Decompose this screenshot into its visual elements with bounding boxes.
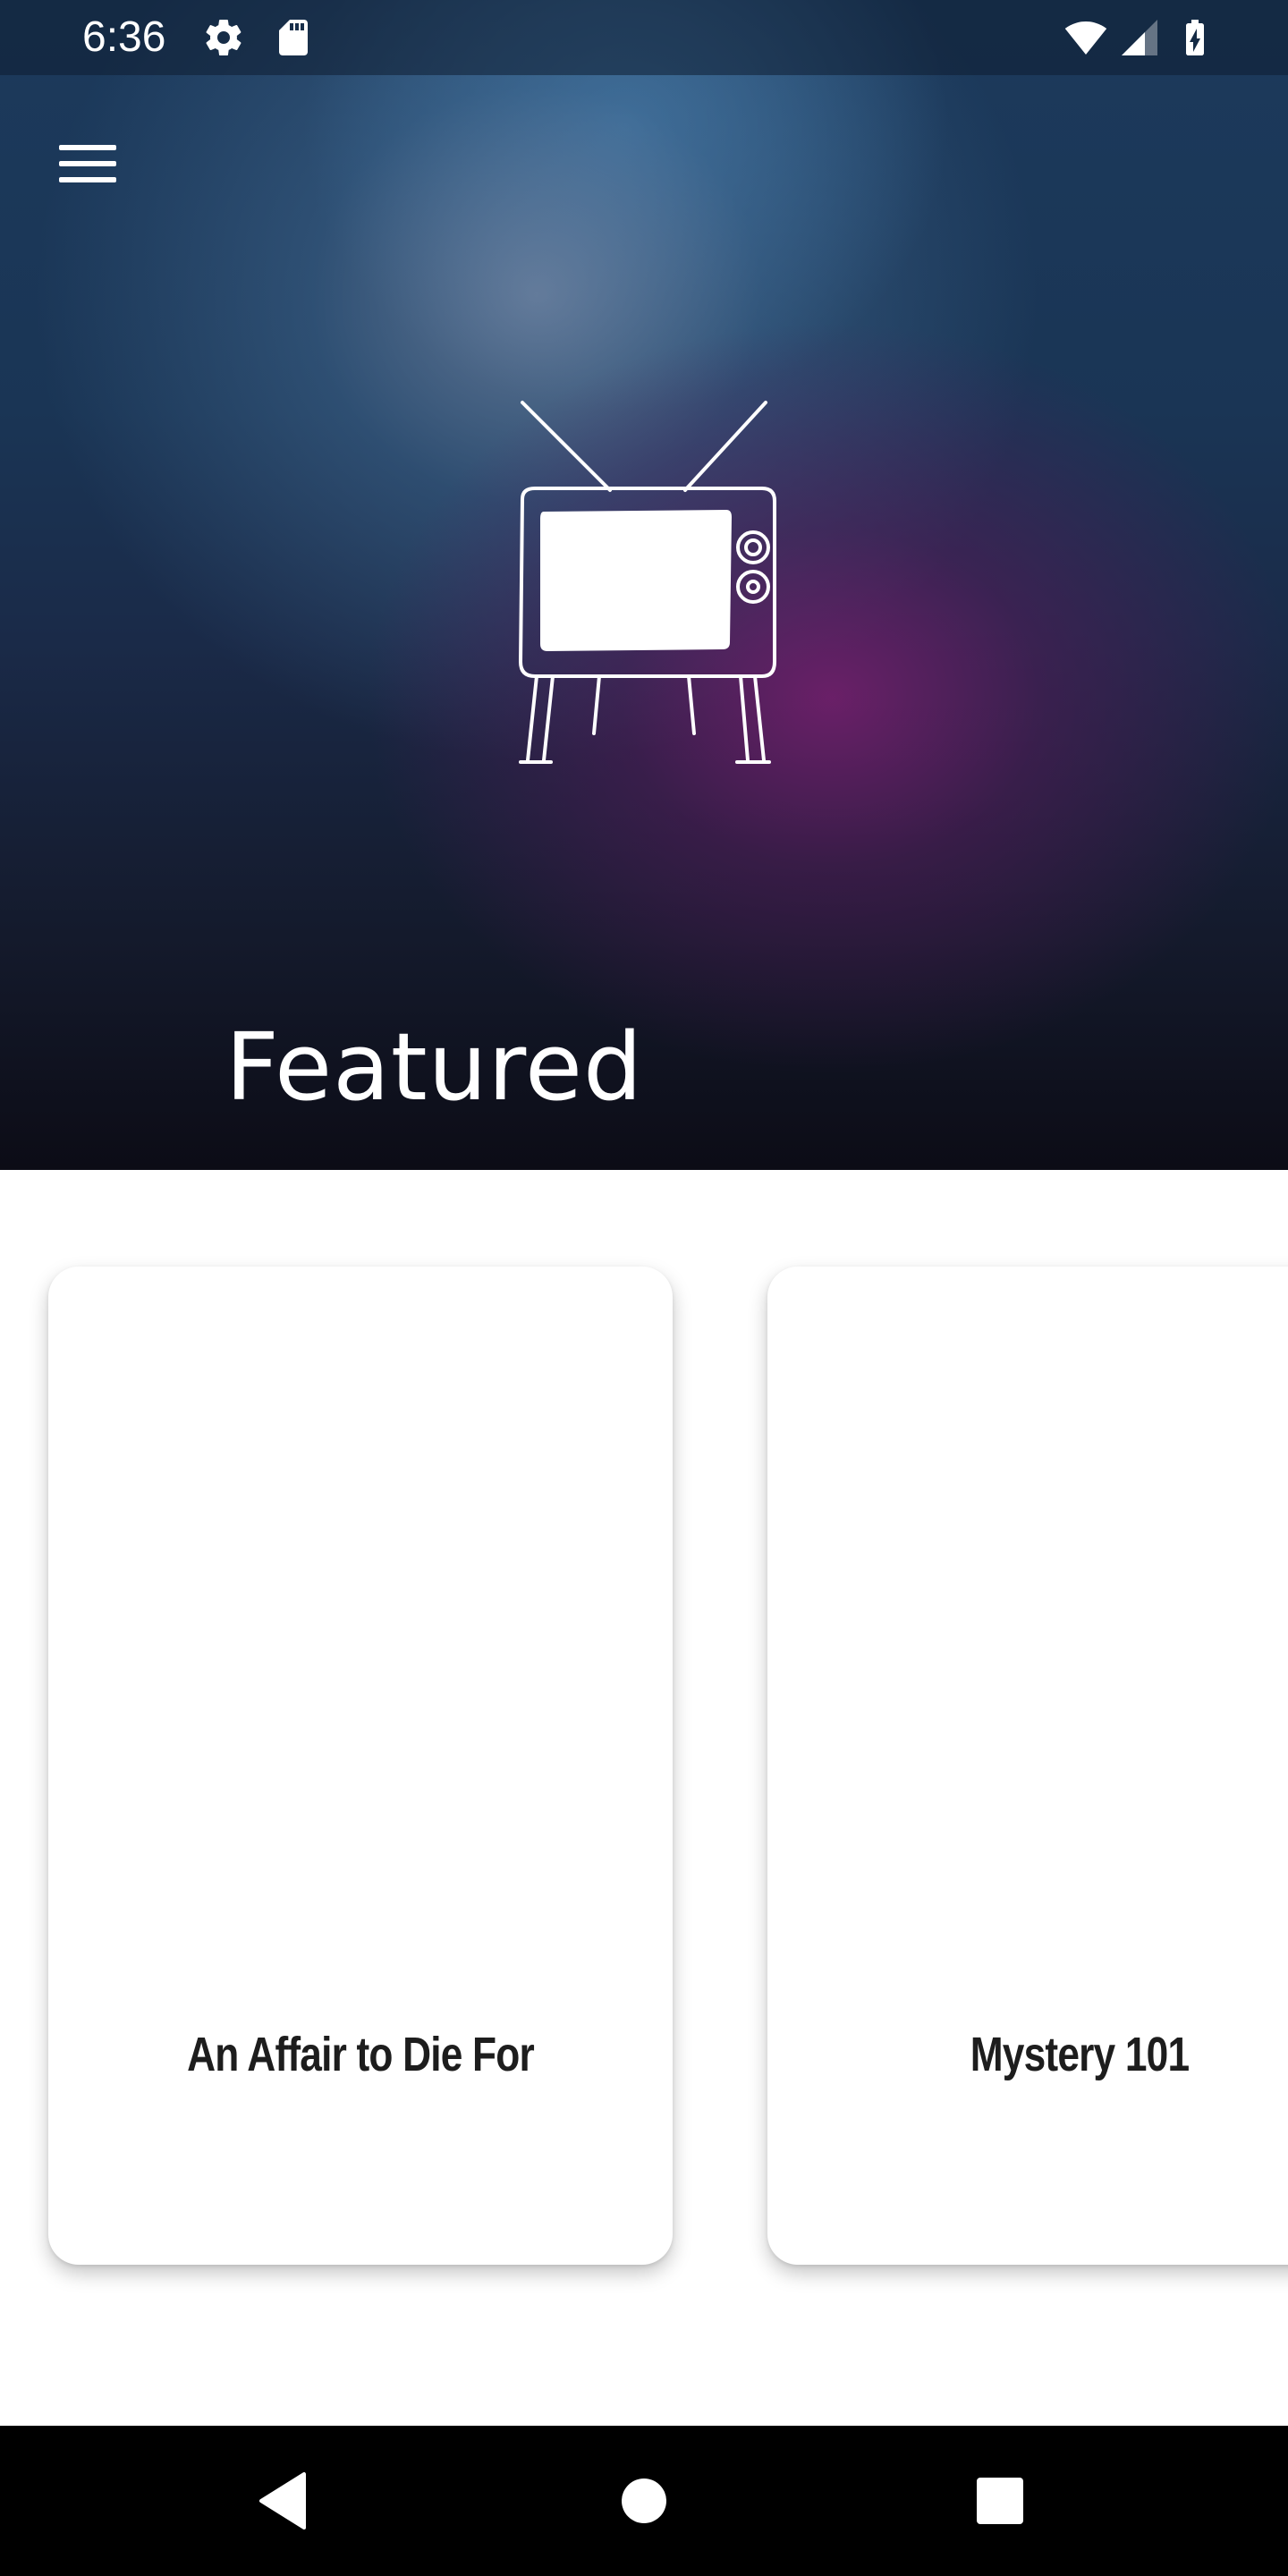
- app-screen: 6:36 Featured An Affair to Die For Myste…: [0, 0, 1288, 2576]
- home-icon[interactable]: [599, 2456, 689, 2546]
- retro-tv-icon: [519, 401, 776, 764]
- wifi-icon: [1064, 21, 1107, 55]
- battery-charging-icon: [1186, 20, 1204, 55]
- system-navigation-bar: [0, 2426, 1288, 2576]
- featured-hero-banner: 6:36 Featured: [0, 0, 1288, 1170]
- back-icon[interactable]: [242, 2456, 331, 2546]
- settings-icon: [206, 20, 242, 56]
- show-card-title: An Affair to Die For: [187, 2028, 535, 2081]
- show-card-title: Mystery 101: [970, 2028, 1190, 2081]
- signal-icon: [1122, 20, 1157, 55]
- status-bar: 6:36: [0, 0, 1288, 75]
- hamburger-menu-icon[interactable]: [50, 134, 125, 193]
- show-card[interactable]: An Affair to Die For: [48, 1267, 673, 2265]
- sd-card-icon: [279, 20, 308, 55]
- page-title: Featured: [225, 1013, 644, 1122]
- show-card[interactable]: Mystery 101: [767, 1267, 1288, 2265]
- recents-icon[interactable]: [955, 2456, 1045, 2546]
- status-time: 6:36: [82, 13, 166, 61]
